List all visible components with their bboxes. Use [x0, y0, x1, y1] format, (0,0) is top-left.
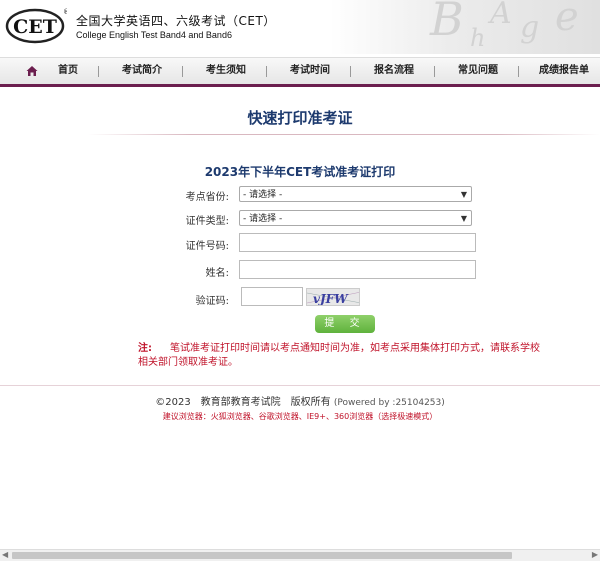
- nav-item-candidate-notice[interactable]: 考生须知: [196, 58, 256, 84]
- province-select[interactable]: - 请选择 - ▼: [239, 186, 472, 202]
- footer-copyright: ©2023 教育部教育考试院 版权所有 (Powered by :2510425…: [0, 393, 600, 408]
- chevron-down-icon: ▼: [460, 214, 467, 223]
- nav-item-exam-time[interactable]: 考试时间: [280, 58, 340, 84]
- nav-separator: [182, 66, 183, 77]
- cet-logo[interactable]: CET ®: [5, 7, 67, 45]
- notice-text: 注: 笔试准考证打印时间请以考点通知时间为准，如考点采用集体打印方式，请联系学校相…: [138, 342, 548, 370]
- id-number-input[interactable]: [239, 233, 476, 252]
- captcha-input[interactable]: [241, 287, 303, 306]
- captcha-text: vJFW: [313, 292, 349, 306]
- decorative-letter-e-icon: e: [555, 0, 579, 40]
- decorative-letter-b-icon: B: [430, 0, 464, 46]
- nav-separator: [434, 66, 435, 77]
- main-nav: 首页 考试简介 考生须知 考试时间 报名流程 常见问题 成绩报告单: [0, 57, 600, 84]
- browser-recommendation: 建议浏览器：火狐浏览器、谷歌浏览器、IE9+、360浏览器（选择极速模式）: [162, 412, 438, 421]
- captcha-noise-icon: vJFW: [307, 292, 359, 306]
- form-title: 2023年下半年CET考试准考证打印: [204, 165, 396, 179]
- scrollbar-thumb[interactable]: [12, 552, 512, 559]
- captcha-image[interactable]: vJFW: [306, 288, 360, 306]
- decorative-letter-h-icon: h: [470, 24, 486, 52]
- site-title-en: College English Test Band4 and Band6: [76, 30, 232, 40]
- id-type-select-value: - 请选择 -: [243, 214, 283, 224]
- nav-item-home[interactable]: 首页: [50, 58, 86, 84]
- powered-by-text: (Powered by :25104253): [333, 398, 445, 408]
- nav-item-exam-intro[interactable]: 考试简介: [112, 58, 172, 84]
- copyright-text: ©2023 教育部教育考试院 版权所有: [155, 397, 331, 408]
- nav-separator: [518, 66, 519, 77]
- nav-item-faq[interactable]: 常见问题: [448, 58, 508, 84]
- nav-separator: [266, 66, 267, 77]
- nav-separator: [350, 66, 351, 77]
- site-header: CET ® 全国大学英语四、六级考试（CET） College English …: [0, 0, 600, 54]
- submit-button[interactable]: 提 交: [315, 315, 375, 333]
- logo-text: CET: [13, 16, 57, 38]
- page-title: 快速打印准考证: [247, 109, 353, 127]
- home-icon[interactable]: [26, 65, 38, 77]
- nav-separator: [98, 66, 99, 77]
- id-number-label: 证件号码:: [185, 241, 229, 252]
- decorative-letter-g-icon: g: [520, 10, 540, 45]
- captcha-label: 验证码:: [195, 296, 229, 307]
- nav-item-registration[interactable]: 报名流程: [364, 58, 424, 84]
- chevron-down-icon: ▼: [460, 190, 467, 199]
- scroll-left-arrow-icon[interactable]: ◀: [2, 550, 8, 559]
- notice-body: 笔试准考证打印时间请以考点通知时间为准，如考点采用集体打印方式，请联系学校相关部…: [138, 343, 540, 368]
- id-type-select[interactable]: - 请选择 - ▼: [239, 210, 472, 226]
- decorative-letter-a-icon: A: [490, 0, 512, 31]
- title-divider: [88, 134, 600, 135]
- notice-heading: 注:: [138, 343, 152, 354]
- footer-divider: [0, 385, 600, 386]
- name-label: 姓名:: [205, 268, 229, 279]
- province-select-value: - 请选择 -: [243, 190, 283, 200]
- province-label: 考点省份:: [185, 192, 229, 203]
- nav-accent-bar: [0, 84, 600, 87]
- site-title-zh: 全国大学英语四、六级考试（CET）: [76, 14, 276, 28]
- registered-mark: ®: [63, 8, 67, 16]
- id-type-label: 证件类型:: [185, 216, 229, 227]
- scroll-right-arrow-icon[interactable]: ▶: [592, 550, 598, 559]
- nav-item-score-report[interactable]: 成绩报告单: [530, 58, 598, 84]
- name-input[interactable]: [239, 260, 476, 279]
- horizontal-scrollbar[interactable]: ◀ ▶: [0, 549, 600, 561]
